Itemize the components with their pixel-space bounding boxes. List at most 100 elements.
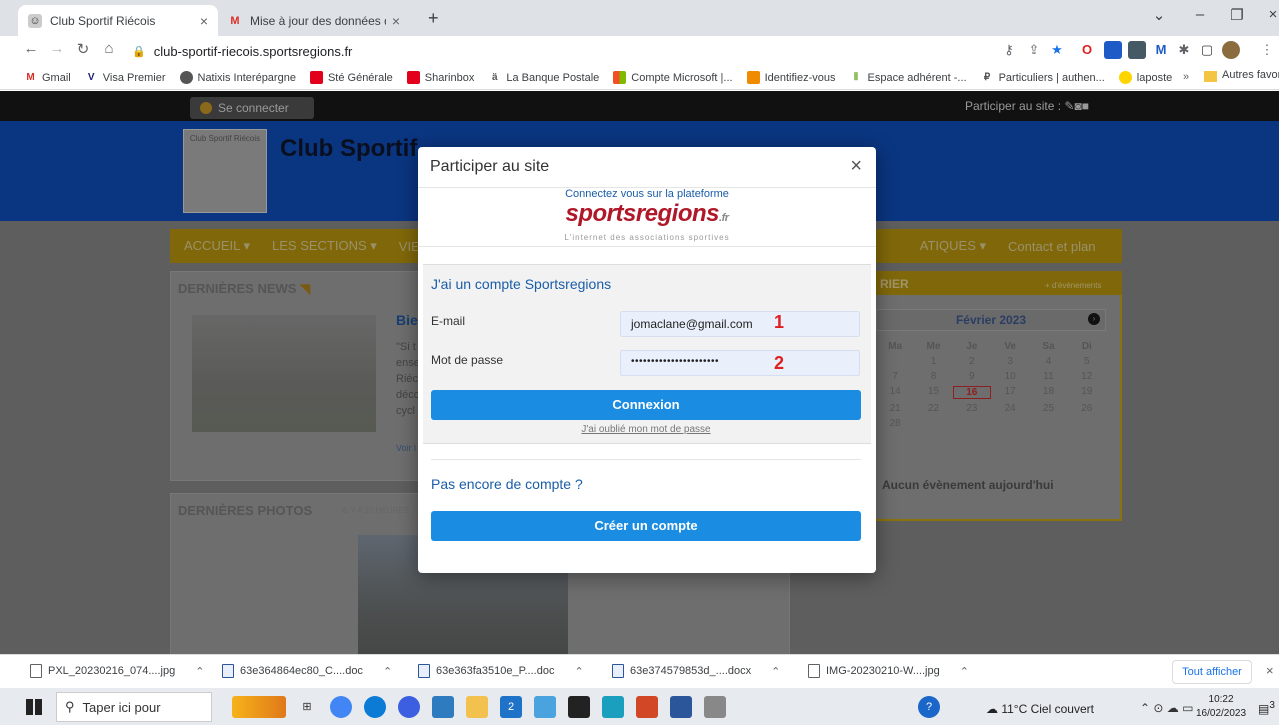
calendar-day[interactable]: 10 [991,371,1029,382]
minimize-button[interactable]: – [1185,6,1215,23]
next-month-icon[interactable]: › [1088,313,1100,325]
club-logo[interactable]: Club Sportif Riécois [183,129,267,213]
calendar-today[interactable]: 16 [952,386,991,399]
calendar-day[interactable]: 11 [1029,371,1067,382]
menu-dots-icon[interactable]: ⋮ [1258,41,1276,59]
address-bar[interactable]: 🔒 club-sportif-riecois.sportsregions.fr [132,40,1132,62]
download-item[interactable]: 63e363fa3510e_P....doc ⌃ [418,664,584,678]
download-item[interactable]: 63e374579853d_....docx ⌃ [612,664,780,678]
bookmark-microsoft[interactable]: Compte Microsoft |... [613,71,733,84]
reload-icon[interactable]: ↻ [72,40,94,58]
email-field[interactable]: jomaclane@gmail.com [620,311,860,337]
calendar-day[interactable]: 22 [914,403,952,414]
bookmark-sharinbox[interactable]: Sharinbox [406,71,474,84]
extension-icon[interactable] [1104,41,1122,59]
download-item[interactable]: PXL_20230216_074....jpg ⌃ [30,664,204,678]
tab-search-icon[interactable]: ⌄ [1144,6,1174,24]
bookmark-natixis[interactable]: Natixis Interépargne [179,71,296,84]
gmail-extension-icon[interactable]: M [1152,41,1170,59]
news-headline[interactable]: Bie [396,312,418,328]
tab-mise-a-jour[interactable]: M Mise à jour des données du porta × [218,5,410,36]
bookmark-visa[interactable]: V Visa Premier [85,71,166,84]
login-button[interactable]: Connexion [431,390,861,420]
close-tab-icon[interactable]: × [392,13,400,29]
calendar-day[interactable]: 17 [991,386,1029,399]
bookmark-espace-adherent[interactable]: ⫴ Espace adhérent -... [850,71,967,84]
task-view-icon[interactable]: ⊞ [296,696,318,718]
chevron-up-icon[interactable]: ⌃ [195,665,204,678]
close-window-button[interactable]: × [1258,6,1279,23]
bookmark-star-icon[interactable]: ★ [1048,41,1066,59]
bookmark-gmail[interactable]: M Gmail [24,71,70,84]
chrome-icon[interactable] [330,696,352,718]
bookmark-identifiez[interactable]: Identifiez-vous [746,71,836,84]
app-icon[interactable] [602,696,624,718]
extension-icon[interactable] [1128,41,1146,59]
notifications-icon[interactable]: ▤3 [1258,700,1275,716]
news-photo[interactable] [192,315,376,432]
close-tab-icon[interactable]: × [200,13,208,29]
calendar-day[interactable]: 9 [953,371,991,382]
calendar-day[interactable]: 5 [1068,356,1106,367]
terminal-icon[interactable] [568,696,590,718]
chevron-up-icon[interactable]: ⌃ [960,665,969,678]
chevron-up-icon[interactable]: ⌃ [383,665,392,678]
calendar-day[interactable]: 21 [876,403,914,414]
powerpoint-icon[interactable] [636,696,658,718]
news-more-link[interactable]: Voir l [396,443,416,453]
search-highlight-icon[interactable] [232,696,286,718]
calendar-day[interactable]: 19 [1068,386,1106,399]
word-icon[interactable] [670,696,692,718]
profile-avatar[interactable] [1222,41,1240,59]
forward-icon[interactable]: → [46,40,68,57]
password-field[interactable]: •••••••••••••••••••••• [620,350,860,376]
download-item[interactable]: 63e364864ec80_C....doc ⌃ [222,664,392,678]
calendar-day[interactable]: 18 [1029,386,1067,399]
menu-pratiques[interactable]: ATIQUES ▾ [920,238,986,254]
sportsregions-logo[interactable]: sportsregions.fr [418,200,876,228]
calendar-day[interactable]: 2 [953,356,991,367]
close-downloads-icon[interactable]: × [1266,663,1274,678]
forgot-password-link[interactable]: J'ai oublié mon mot de passe [431,424,861,435]
side-panel-icon[interactable]: ▢ [1198,41,1216,59]
menu-contact[interactable]: Contact et plan [1008,239,1095,254]
show-all-downloads-button[interactable]: Tout afficher [1172,660,1252,684]
participer-link[interactable]: Participer au site : ✎◙■ [965,99,1089,113]
calendar-day[interactable]: 25 [1029,403,1067,414]
file-explorer-icon[interactable] [466,696,488,718]
windows-start-icon[interactable] [26,699,42,715]
opera-extension-icon[interactable]: O [1078,41,1096,59]
download-item[interactable]: IMG-20230210-W....jpg ⌃ [808,664,969,678]
rss-icon[interactable]: ◥ [300,281,310,296]
connect-button[interactable]: Se connecter [190,97,314,119]
modal-close-icon[interactable]: × [850,155,862,178]
calendar-day[interactable]: 8 [914,371,952,382]
back-icon[interactable]: ← [20,40,42,57]
calculator-icon[interactable] [432,696,454,718]
bookmarks-overflow[interactable]: » [1183,71,1189,83]
new-tab-button[interactable]: + [428,8,439,29]
system-tray-icons[interactable]: ⌃ ⊙ ☁ ▭ [1140,701,1193,715]
bookmark-banque-postale[interactable]: ä La Banque Postale [488,71,599,84]
calendar-day[interactable]: 15 [914,386,952,399]
maximize-button[interactable]: ❐ [1222,6,1252,24]
mail-icon[interactable]: 2 [500,696,522,718]
taskbar-search[interactable]: ⚲ Taper ici pour [56,692,212,722]
home-icon[interactable]: ⌂ [98,40,120,57]
bookmark-particuliers[interactable]: ₽ Particuliers | authen... [981,71,1105,84]
bookmark-sg[interactable]: Sté Générale [309,71,393,84]
app-icon[interactable] [534,696,556,718]
share-icon[interactable]: ⇪ [1025,41,1043,59]
menu-accueil[interactable]: ACCUEIL ▾ [184,238,250,254]
chevron-up-icon[interactable]: ⌃ [574,665,583,678]
calendar-more-link[interactable]: + d'évènements [1045,281,1101,290]
club-title[interactable]: Club Sportif Riécois [280,135,420,163]
weather-widget[interactable]: ☁ 11°C Ciel couvert [986,702,1094,716]
create-account-button[interactable]: Créer un compte [431,511,861,541]
calendar-day[interactable]: 24 [991,403,1029,414]
help-icon[interactable]: ? [918,696,940,718]
calendar-day[interactable] [876,356,914,367]
key-icon[interactable]: ⚷ [1000,41,1018,59]
calendar-day[interactable]: 14 [876,386,914,399]
calendar-day[interactable]: 28 [876,418,914,429]
